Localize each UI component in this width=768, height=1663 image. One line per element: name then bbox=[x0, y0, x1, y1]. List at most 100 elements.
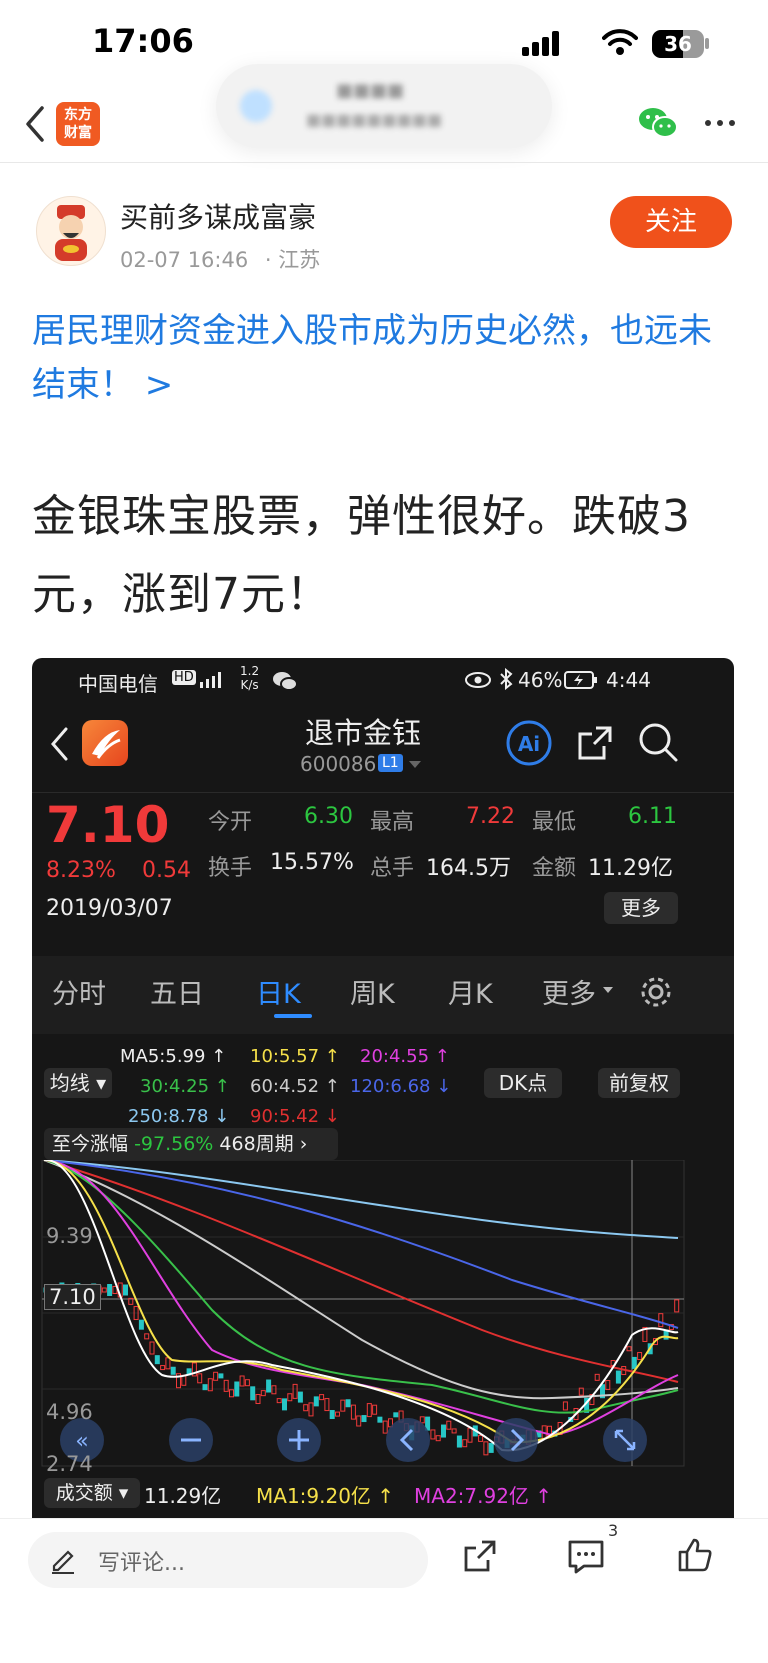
candle bbox=[615, 1370, 621, 1384]
price-axis-mid: 4.96 bbox=[46, 1400, 93, 1424]
share-icon[interactable] bbox=[462, 1538, 498, 1574]
wechat-share-icon[interactable] bbox=[638, 106, 678, 140]
fast-back-icon: « bbox=[75, 1429, 88, 1454]
candle bbox=[244, 1379, 250, 1387]
open-value: 6.30 bbox=[304, 804, 353, 829]
high-label: 最高 bbox=[370, 810, 415, 835]
tab-more[interactable]: 更多 bbox=[542, 972, 596, 1011]
like-icon[interactable] bbox=[676, 1536, 714, 1574]
turnover-value: 15.57% bbox=[270, 850, 354, 875]
candle bbox=[594, 1373, 600, 1381]
volume-selector-button[interactable]: 成交额 ▾ bbox=[44, 1478, 140, 1508]
ma90-line bbox=[43, 1160, 679, 1383]
volume-value: 164.5万 bbox=[426, 856, 511, 881]
candle bbox=[101, 1287, 107, 1293]
comment-input[interactable] bbox=[28, 1532, 428, 1588]
candle bbox=[154, 1355, 160, 1365]
more-quote-button[interactable]: 更多 bbox=[604, 892, 678, 924]
search-icon[interactable] bbox=[636, 720, 680, 764]
inner-battery-percent: 46% bbox=[518, 668, 563, 692]
ai-icon[interactable]: Ai bbox=[506, 720, 552, 766]
volume-ma1: MA1:9.20亿 ↑ bbox=[256, 1484, 395, 1508]
candle bbox=[266, 1379, 272, 1393]
more-icon[interactable] bbox=[704, 118, 736, 128]
volume-ma2: MA2:7.92亿 ↑ bbox=[414, 1484, 553, 1508]
candle bbox=[123, 1284, 128, 1296]
turnover-label: 换手 bbox=[208, 856, 253, 881]
candle bbox=[255, 1394, 261, 1405]
candle bbox=[165, 1357, 171, 1370]
candle bbox=[271, 1385, 277, 1395]
comment-placeholder: 写评论... bbox=[98, 1551, 185, 1576]
candle bbox=[483, 1441, 489, 1456]
cellular-signal-icon bbox=[522, 30, 562, 56]
candle bbox=[366, 1403, 372, 1418]
candle bbox=[435, 1435, 441, 1442]
candle bbox=[451, 1428, 457, 1434]
candle bbox=[138, 1319, 144, 1330]
notification-banner[interactable]: ■■■■ ■■■■■■■■■ bbox=[216, 64, 552, 148]
candle bbox=[160, 1365, 166, 1371]
ma30-line bbox=[43, 1160, 679, 1414]
change-percent: 8.23% bbox=[46, 858, 116, 883]
range-period: 468周期 bbox=[219, 1133, 294, 1155]
ma5-label: MA5:5.99 ↑ bbox=[120, 1046, 227, 1067]
candle bbox=[430, 1429, 436, 1440]
candle bbox=[377, 1416, 383, 1423]
candle bbox=[372, 1404, 378, 1415]
low-label: 最低 bbox=[532, 810, 577, 835]
dk-point-button[interactable]: DK点 bbox=[484, 1068, 562, 1098]
follow-button[interactable]: 关注 bbox=[610, 196, 732, 248]
volume-amount: 11.29亿 bbox=[144, 1484, 222, 1508]
price-axis-top: 9.39 bbox=[46, 1224, 93, 1248]
candle bbox=[218, 1373, 224, 1379]
tab-weekly-k[interactable]: 周K bbox=[350, 972, 395, 1011]
ma-selector-button[interactable]: 均线 ▾ bbox=[44, 1068, 112, 1098]
back-icon[interactable] bbox=[22, 104, 48, 144]
scroll-right-button[interactable] bbox=[494, 1418, 538, 1462]
tab-monthly-k[interactable]: 月K bbox=[448, 972, 493, 1011]
k-line-chart[interactable]: « bbox=[32, 1160, 734, 1470]
candle bbox=[605, 1380, 611, 1391]
range-change-bar[interactable]: 至今涨幅 -97.56% 468周期 › bbox=[44, 1128, 338, 1160]
share-icon[interactable] bbox=[574, 722, 616, 764]
stock-code: 600086 bbox=[300, 752, 377, 776]
comment-count: 3 bbox=[608, 1521, 619, 1540]
scroll-left-button[interactable] bbox=[386, 1418, 430, 1462]
inner-battery-icon bbox=[564, 671, 597, 689]
candle bbox=[419, 1416, 425, 1424]
inner-time: 4:44 bbox=[606, 668, 651, 692]
candle bbox=[345, 1399, 351, 1408]
app-logo[interactable]: 东方 财富 bbox=[56, 102, 100, 146]
author-avatar[interactable] bbox=[36, 196, 106, 266]
candle bbox=[144, 1333, 150, 1340]
zoom-controls: « bbox=[60, 1418, 647, 1462]
inner-signal-icon bbox=[200, 672, 221, 688]
bluetooth-icon bbox=[500, 668, 513, 690]
ma10-label: 10:5.57 ↑ bbox=[250, 1046, 340, 1067]
tab-intraday[interactable]: 分时 bbox=[52, 972, 106, 1011]
adjust-mode-button[interactable]: 前复权 bbox=[598, 1068, 680, 1098]
topic-link[interactable]: 居民理财资金进入股市成为历史必然，也远未结束！ > bbox=[32, 304, 736, 412]
candle bbox=[308, 1402, 314, 1417]
stock-screenshot[interactable]: 中国电信 HD 1.2 K/s 46% 4:44 退市金钰 600086 L1 A… bbox=[32, 658, 734, 1518]
ma30-label: 30:4.25 ↑ bbox=[140, 1076, 230, 1097]
candle bbox=[107, 1284, 113, 1296]
candle bbox=[149, 1341, 155, 1355]
comment-icon[interactable] bbox=[566, 1538, 606, 1576]
candle bbox=[250, 1386, 256, 1401]
candle bbox=[303, 1404, 309, 1412]
chart-settings-gear-icon[interactable] bbox=[638, 974, 674, 1010]
quote-date: 2019/03/07 bbox=[46, 896, 173, 921]
candle bbox=[626, 1346, 632, 1352]
author-name[interactable]: 买前多谋成富豪 bbox=[120, 196, 316, 236]
tab-daily-k[interactable]: 日K bbox=[256, 972, 301, 1011]
eye-icon bbox=[465, 672, 491, 688]
moving-average-lines bbox=[43, 1160, 679, 1452]
code-dropdown-icon[interactable] bbox=[408, 760, 422, 770]
candle bbox=[382, 1420, 388, 1434]
candle bbox=[478, 1434, 484, 1442]
tab-five-day[interactable]: 五日 bbox=[150, 972, 204, 1011]
candle bbox=[350, 1404, 356, 1420]
price-axis-marker: 7.10 bbox=[44, 1284, 101, 1310]
